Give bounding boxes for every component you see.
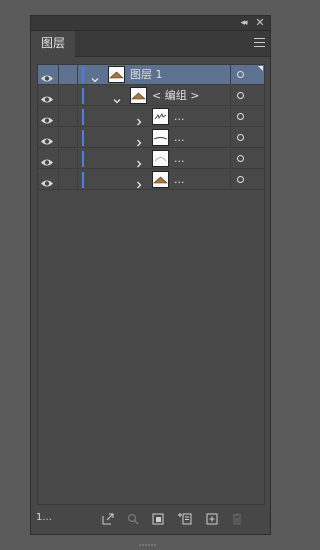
layer-name[interactable]: ... bbox=[174, 128, 185, 148]
layer-thumbnail bbox=[152, 129, 169, 146]
column-divider bbox=[230, 107, 231, 126]
lock-toggle[interactable] bbox=[59, 86, 77, 106]
visibility-eye-icon[interactable] bbox=[40, 111, 54, 124]
close-panel-icon[interactable]: ✕ bbox=[254, 16, 266, 30]
tab-layers[interactable]: 图层 bbox=[31, 31, 75, 57]
target-circle-icon[interactable] bbox=[237, 176, 244, 183]
lock-toggle[interactable] bbox=[59, 149, 77, 169]
chevron-right-icon[interactable] bbox=[134, 175, 144, 189]
export-icon[interactable] bbox=[101, 512, 115, 526]
panel-title-bar[interactable]: ◂◂ ✕ bbox=[31, 16, 270, 31]
create-sublayer-icon[interactable] bbox=[177, 512, 193, 526]
layers-panel: ◂◂ ✕ 图层 图层 1 < 编组 >............ 1... bbox=[30, 15, 271, 546]
visibility-eye-icon[interactable] bbox=[40, 132, 54, 145]
visibility-eye-icon[interactable] bbox=[40, 153, 54, 166]
make-clipping-mask-icon[interactable] bbox=[151, 512, 165, 526]
layer-color-indicator bbox=[82, 130, 84, 146]
lock-toggle[interactable] bbox=[59, 128, 77, 148]
column-divider bbox=[77, 107, 78, 126]
delete-icon[interactable] bbox=[230, 512, 244, 526]
visibility-eye-icon[interactable] bbox=[40, 90, 54, 103]
chevron-down-icon[interactable] bbox=[90, 70, 100, 83]
layer-row[interactable]: 图层 1 bbox=[38, 65, 264, 85]
lock-toggle[interactable] bbox=[59, 170, 77, 190]
column-divider bbox=[77, 149, 78, 168]
layer-name[interactable]: ... bbox=[174, 107, 185, 127]
layer-color-indicator bbox=[82, 172, 84, 188]
layer-color-indicator bbox=[82, 109, 84, 125]
column-divider bbox=[230, 128, 231, 147]
column-divider bbox=[230, 170, 231, 189]
target-circle-icon[interactable] bbox=[237, 155, 244, 162]
visibility-eye-icon[interactable] bbox=[40, 69, 54, 82]
target-circle-icon[interactable] bbox=[237, 92, 244, 99]
layer-thumbnail bbox=[108, 66, 125, 83]
layer-thumbnail bbox=[152, 171, 169, 188]
visibility-eye-icon[interactable] bbox=[40, 174, 54, 187]
chevron-right-icon[interactable] bbox=[134, 154, 144, 168]
chevron-down-icon[interactable] bbox=[112, 91, 122, 104]
locate-object-icon[interactable] bbox=[126, 512, 140, 526]
column-divider bbox=[77, 170, 78, 189]
layer-name[interactable]: ... bbox=[174, 170, 185, 190]
new-layer-icon[interactable] bbox=[205, 512, 219, 526]
collapse-panel-icon[interactable]: ◂◂ bbox=[237, 16, 249, 30]
column-divider bbox=[77, 128, 78, 147]
column-divider bbox=[230, 86, 231, 105]
column-divider bbox=[230, 149, 231, 168]
column-divider bbox=[77, 86, 78, 105]
column-divider bbox=[230, 65, 231, 84]
layer-row[interactable]: ... bbox=[38, 149, 264, 169]
layer-color-indicator bbox=[82, 67, 84, 83]
column-divider bbox=[77, 65, 78, 84]
lock-toggle[interactable] bbox=[59, 65, 77, 85]
panel-tab-bar: 图层 bbox=[31, 31, 270, 57]
chevron-right-icon[interactable] bbox=[134, 133, 144, 147]
hamburger-menu-icon[interactable] bbox=[254, 38, 265, 48]
layer-name[interactable]: 图层 1 bbox=[130, 65, 163, 85]
target-circle-icon[interactable] bbox=[237, 113, 244, 120]
layer-thumbnail bbox=[152, 150, 169, 167]
layers-list[interactable]: 图层 1 < 编组 >............ bbox=[37, 64, 265, 505]
layer-count: 1... bbox=[36, 512, 52, 523]
lock-toggle[interactable] bbox=[59, 107, 77, 127]
panel-footer: 1... bbox=[31, 506, 270, 534]
layer-row[interactable]: ... bbox=[38, 170, 264, 190]
resize-grip[interactable] bbox=[139, 531, 163, 546]
layer-color-indicator bbox=[82, 88, 84, 104]
chevron-right-icon[interactable] bbox=[134, 112, 144, 126]
layer-thumbnail bbox=[152, 108, 169, 125]
layer-row[interactable]: < 编组 > bbox=[38, 86, 264, 106]
layer-row[interactable]: ... bbox=[38, 128, 264, 148]
layer-row[interactable]: ... bbox=[38, 107, 264, 127]
layer-name[interactable]: ... bbox=[174, 149, 185, 169]
layer-name[interactable]: < 编组 > bbox=[152, 86, 199, 106]
target-circle-icon[interactable] bbox=[237, 134, 244, 141]
selection-corner-indicator bbox=[258, 66, 263, 71]
layer-thumbnail bbox=[130, 87, 147, 104]
layer-color-indicator bbox=[82, 151, 84, 167]
target-circle-icon[interactable] bbox=[237, 71, 244, 78]
